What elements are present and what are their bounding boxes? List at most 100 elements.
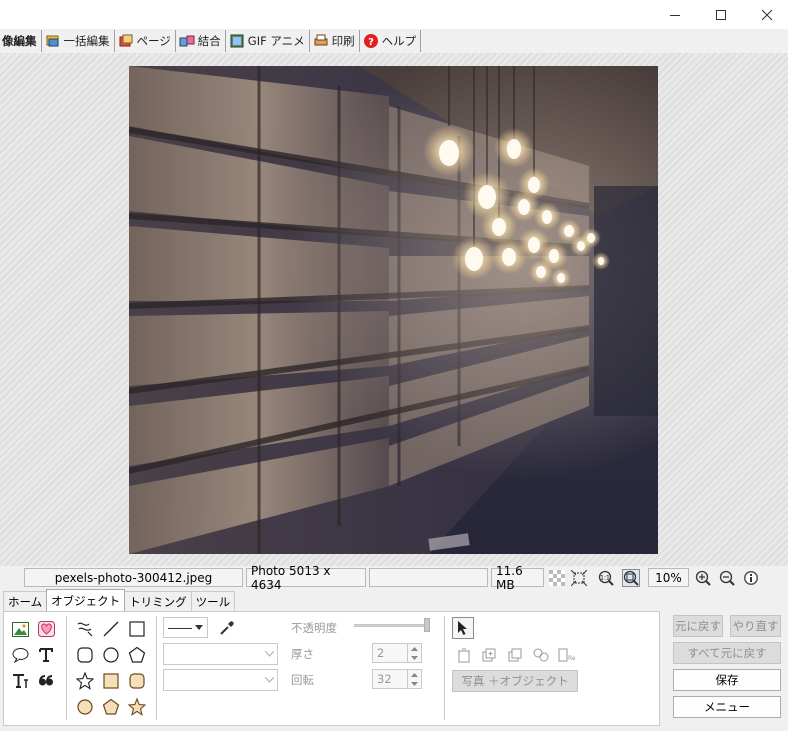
page-icon (119, 34, 132, 47)
tab-label: ページ (136, 34, 171, 48)
filled-rounded-rectangle-icon[interactable] (127, 671, 147, 691)
tab-trimming[interactable]: トリミング (124, 591, 192, 611)
style-select[interactable] (163, 669, 278, 691)
duplicate-object-icon[interactable] (479, 645, 499, 665)
tab-print[interactable]: 印刷 (310, 30, 360, 52)
zoom-fit-icon[interactable] (622, 569, 640, 587)
menu-button[interactable]: メニュー (673, 696, 781, 718)
opacity-slider[interactable] (354, 624, 430, 627)
zoom-level: 10% (648, 568, 689, 587)
status-empty (369, 568, 488, 587)
bring-forward-icon[interactable] (505, 645, 525, 665)
combine-icon (179, 35, 195, 47)
title-bar (0, 0, 788, 29)
rename-object-icon[interactable]: Re (557, 645, 577, 665)
group-objects-icon[interactable] (531, 645, 551, 665)
gif-icon (230, 34, 244, 48)
image-insert-icon[interactable] (10, 619, 30, 639)
stepper-arrows[interactable] (407, 644, 421, 662)
undo-all-button[interactable]: すべて元に戻す (673, 642, 781, 664)
filled-circle-icon[interactable] (75, 697, 95, 717)
rectangle-icon[interactable] (127, 619, 147, 639)
tab-home[interactable]: ホーム (3, 591, 48, 611)
thickness-stepper[interactable]: 2 (372, 643, 422, 663)
photo-preview[interactable] (129, 66, 658, 554)
filled-pentagon-icon[interactable] (101, 697, 121, 717)
opacity-label: 不透明度 (291, 621, 337, 635)
chevron-down-icon (261, 644, 277, 664)
rotation-stepper[interactable]: 32 (372, 669, 422, 689)
minimize-button[interactable] (652, 0, 698, 29)
eyedropper-icon[interactable] (217, 618, 237, 638)
thickness-value: 2 (377, 646, 385, 660)
batch-icon (46, 35, 58, 47)
chevron-down-icon (191, 618, 207, 637)
zoom-out-icon[interactable] (718, 569, 736, 587)
actual-size-icon[interactable]: 1:1 (597, 569, 615, 587)
sub-tab-bar: ホーム オブジェクト トリミング ツール (3, 589, 236, 611)
heart-stamp-icon[interactable] (36, 619, 56, 639)
stepper-arrows[interactable] (407, 670, 421, 688)
zoom-in-icon[interactable] (694, 569, 712, 587)
speech-bubble-icon[interactable] (10, 645, 30, 665)
close-icon (761, 9, 773, 20)
separator (444, 616, 445, 720)
tab-tools[interactable]: ツール (190, 591, 236, 611)
line-style-preview (168, 628, 192, 629)
vertical-text-icon[interactable] (10, 671, 30, 691)
library-photo (129, 66, 658, 554)
freehand-icon[interactable] (75, 619, 95, 639)
maximize-icon (716, 9, 726, 20)
rounded-rectangle-icon[interactable] (75, 645, 95, 665)
status-filesize: 11.6 MB (491, 564, 544, 592)
svg-text:?: ? (368, 37, 374, 48)
pentagon-icon[interactable] (127, 645, 147, 665)
circle-icon[interactable] (101, 645, 121, 665)
main-tab-bar: 像編集 一括編集 ページ 結合 GIF アニメ 印刷 ? ヘルプ (0, 29, 788, 53)
svg-text:1:1: 1:1 (600, 575, 610, 582)
tab-label: 像編集 (2, 34, 37, 48)
tab-label: GIF アニメ (247, 34, 305, 48)
line-icon[interactable] (101, 619, 121, 639)
tab-help[interactable]: ? ヘルプ (360, 30, 422, 52)
save-button[interactable]: 保存 (673, 669, 781, 691)
delete-object-icon[interactable] (454, 645, 474, 665)
status-filename: pexels-photo-300412.jpeg (24, 568, 243, 587)
separator (156, 616, 157, 720)
tab-label: 一括編集 (63, 34, 110, 48)
quote-icon[interactable] (36, 671, 56, 691)
fit-to-window-icon[interactable] (570, 569, 588, 587)
close-button[interactable] (744, 0, 788, 29)
star-icon[interactable] (75, 671, 95, 691)
tab-object[interactable]: オブジェクト (46, 589, 126, 611)
filled-rectangle-icon[interactable] (101, 671, 121, 691)
help-icon: ? (363, 34, 378, 48)
object-panel: 不透明度 厚さ 2 回転 32 Re 写真 ＋オブジェクト (3, 611, 660, 726)
separator (66, 616, 67, 720)
maximize-button[interactable] (698, 0, 744, 29)
redo-button[interactable]: やり直す (730, 615, 781, 637)
text-icon[interactable] (36, 645, 56, 665)
tab-page[interactable]: ページ (115, 30, 176, 52)
font-select[interactable] (163, 643, 278, 665)
tab-combine[interactable]: 結合 (176, 30, 226, 52)
undo-button[interactable]: 元に戻す (673, 615, 723, 637)
photo-plus-object-button[interactable]: 写真 ＋オブジェクト (452, 670, 578, 692)
select-pointer-icon[interactable] (452, 617, 474, 639)
svg-text:Re: Re (568, 655, 576, 662)
transparency-icon[interactable] (548, 569, 566, 587)
line-style-select[interactable] (163, 617, 208, 638)
image-canvas[interactable] (0, 53, 788, 566)
rotation-label: 回転 (291, 673, 314, 687)
status-bar: pexels-photo-300412.jpeg Photo 5013 x 46… (0, 564, 788, 592)
filled-star-icon[interactable] (127, 697, 147, 717)
tab-label: ヘルプ (381, 34, 417, 48)
printer-icon (314, 34, 328, 46)
tab-image-edit[interactable]: 像編集 (0, 30, 42, 52)
tab-gif-animation[interactable]: GIF アニメ (226, 30, 310, 52)
info-icon[interactable] (742, 569, 760, 587)
rotation-value: 32 (377, 672, 392, 686)
chevron-down-icon (261, 670, 277, 690)
tab-batch-edit[interactable]: 一括編集 (42, 30, 115, 52)
opacity-slider-thumb[interactable] (424, 618, 430, 632)
